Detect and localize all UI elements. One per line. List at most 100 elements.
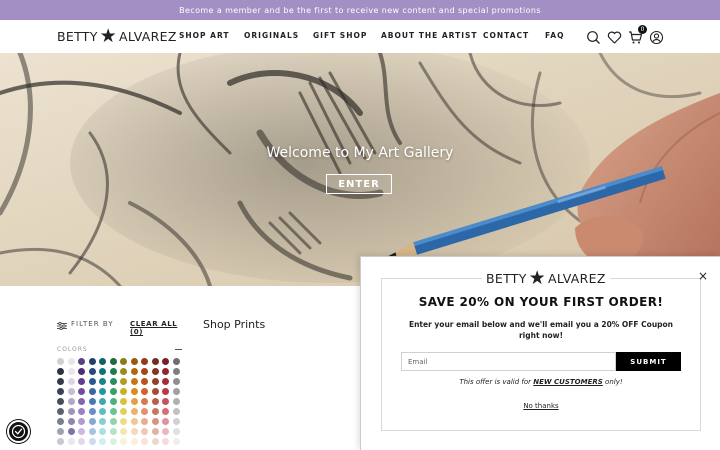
color-swatch[interactable] <box>162 418 169 425</box>
enter-button[interactable]: ENTER <box>326 174 392 194</box>
nav-contact[interactable]: CONTACT <box>483 31 529 40</box>
color-swatch[interactable] <box>151 378 159 385</box>
color-swatch[interactable] <box>67 428 75 435</box>
color-swatch[interactable] <box>120 368 127 375</box>
color-swatch[interactable] <box>88 368 96 375</box>
color-swatch[interactable] <box>120 398 127 405</box>
color-swatch[interactable] <box>172 408 180 415</box>
brand-logo[interactable]: BETTY ★ ALVAREZ <box>57 26 177 46</box>
color-swatch[interactable] <box>109 368 117 375</box>
nav-about-the-artist[interactable]: ABOUT THE ARTIST <box>381 31 478 40</box>
color-swatch[interactable] <box>57 358 64 365</box>
color-swatch[interactable] <box>57 408 64 415</box>
color-swatch[interactable] <box>57 418 64 425</box>
color-swatch[interactable] <box>130 398 138 405</box>
color-swatch[interactable] <box>109 388 117 395</box>
clear-all-link[interactable]: CLEAR ALL (0) <box>130 320 187 336</box>
color-swatch[interactable] <box>88 358 96 365</box>
color-swatch[interactable] <box>151 408 159 415</box>
color-swatch[interactable] <box>120 428 127 435</box>
color-swatch[interactable] <box>141 388 148 395</box>
color-swatch[interactable] <box>57 428 64 435</box>
color-swatch[interactable] <box>88 408 96 415</box>
color-swatch[interactable] <box>141 428 148 435</box>
email-field[interactable] <box>401 352 616 371</box>
color-swatch[interactable] <box>141 378 148 385</box>
color-swatch[interactable] <box>67 418 75 425</box>
color-swatch[interactable] <box>99 388 106 395</box>
color-swatch[interactable] <box>78 368 85 375</box>
color-swatch[interactable] <box>120 378 127 385</box>
color-swatch[interactable] <box>88 398 96 405</box>
color-swatch[interactable] <box>172 398 180 405</box>
color-swatch[interactable] <box>99 398 106 405</box>
color-swatch[interactable] <box>120 358 127 365</box>
color-swatch[interactable] <box>67 388 75 395</box>
color-swatch[interactable] <box>67 368 75 375</box>
color-swatch[interactable] <box>67 378 75 385</box>
color-swatch[interactable] <box>162 378 169 385</box>
color-swatch[interactable] <box>130 418 138 425</box>
announcement-text[interactable]: Become a member and be the first to rece… <box>179 6 541 15</box>
color-swatch[interactable] <box>130 368 138 375</box>
color-swatch[interactable] <box>99 418 106 425</box>
color-swatch[interactable] <box>141 358 148 365</box>
color-swatch[interactable] <box>99 378 106 385</box>
color-swatch[interactable] <box>151 388 159 395</box>
color-swatch[interactable] <box>78 358 85 365</box>
color-swatch[interactable] <box>109 428 117 435</box>
color-swatch[interactable] <box>88 428 96 435</box>
color-swatch[interactable] <box>130 428 138 435</box>
color-swatch[interactable] <box>151 418 159 425</box>
color-swatch[interactable] <box>172 388 180 395</box>
color-swatch[interactable] <box>99 368 106 375</box>
color-swatch[interactable] <box>172 358 180 365</box>
color-swatch[interactable] <box>172 428 180 435</box>
nav-originals[interactable]: ORIGINALS <box>244 31 299 40</box>
color-swatch[interactable] <box>67 358 75 365</box>
color-swatch[interactable] <box>78 408 85 415</box>
color-swatch[interactable] <box>88 388 96 395</box>
color-swatch[interactable] <box>109 418 117 425</box>
color-swatch[interactable] <box>130 378 138 385</box>
color-swatch[interactable] <box>130 438 138 445</box>
color-swatch[interactable] <box>120 418 127 425</box>
color-swatch[interactable] <box>78 378 85 385</box>
color-swatch[interactable] <box>99 438 106 445</box>
color-swatch[interactable] <box>67 408 75 415</box>
color-swatch[interactable] <box>141 398 148 405</box>
cart-icon[interactable]: 0 <box>628 24 647 45</box>
color-swatch[interactable] <box>99 428 106 435</box>
color-swatch[interactable] <box>141 438 148 445</box>
color-swatch[interactable] <box>151 358 159 365</box>
nav-faq[interactable]: FAQ <box>545 31 564 40</box>
color-swatch[interactable] <box>162 358 169 365</box>
color-swatch[interactable] <box>162 368 169 375</box>
color-swatch[interactable] <box>109 408 117 415</box>
color-swatch[interactable] <box>151 368 159 375</box>
color-swatch[interactable] <box>130 408 138 415</box>
announcement-bar[interactable]: Become a member and be the first to rece… <box>0 0 720 20</box>
color-swatch[interactable] <box>130 358 138 365</box>
heart-icon[interactable] <box>607 30 622 45</box>
color-swatch[interactable] <box>67 438 75 445</box>
color-swatch[interactable] <box>99 358 106 365</box>
color-swatch[interactable] <box>141 408 148 415</box>
color-swatch[interactable] <box>78 388 85 395</box>
search-icon[interactable] <box>586 30 601 45</box>
color-swatch[interactable] <box>57 398 64 405</box>
color-swatch[interactable] <box>109 438 117 445</box>
color-swatch[interactable] <box>88 438 96 445</box>
color-swatch[interactable] <box>172 438 180 445</box>
color-swatch[interactable] <box>162 438 169 445</box>
color-swatch[interactable] <box>88 378 96 385</box>
color-swatch[interactable] <box>57 368 64 375</box>
submit-button[interactable]: SUBMIT <box>616 352 681 371</box>
color-swatch[interactable] <box>88 418 96 425</box>
color-swatch[interactable] <box>162 408 169 415</box>
collapse-icon[interactable] <box>175 348 182 350</box>
color-swatch[interactable] <box>67 398 75 405</box>
color-swatch[interactable] <box>162 398 169 405</box>
colors-filter-header[interactable]: COLORS <box>57 344 182 354</box>
color-swatch[interactable] <box>109 378 117 385</box>
